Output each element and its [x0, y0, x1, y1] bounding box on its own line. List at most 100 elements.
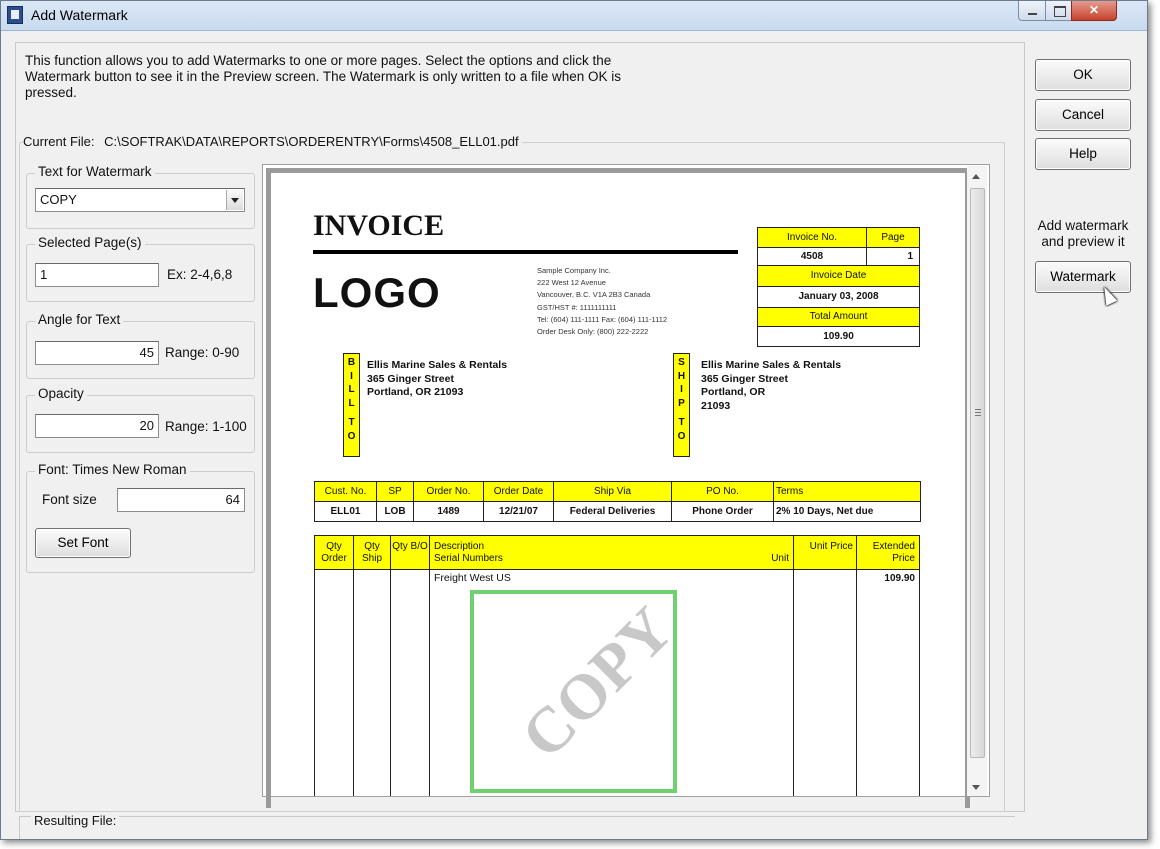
ship-to-line: 21093 [701, 399, 731, 412]
ship-to-address: Ellis Marine Sales & Rentals 365 Ginger … [701, 359, 841, 413]
resulting-file-group [19, 816, 1015, 839]
ok-button[interactable]: OK [1035, 59, 1131, 91]
total-amount-value: 109.90 [757, 326, 920, 347]
ship-to-letter: P [678, 397, 685, 409]
order-value-cell: Federal Deliveries [553, 501, 672, 522]
invoice-no-value: 4508 [757, 247, 867, 266]
invoice-title-rule [313, 250, 738, 254]
order-value-cell: Phone Order [671, 501, 774, 522]
current-file-label: Current File: [23, 134, 95, 149]
qty-ship-header: Qty Ship [353, 535, 391, 570]
font-label: Font: Times New Roman [35, 462, 190, 477]
bill-to-line: Ellis Marine Sales & Rentals [367, 359, 508, 371]
angle-hint: Range: 0-90 [165, 345, 240, 360]
selected-pages-input[interactable]: 1 [35, 263, 159, 287]
total-amount-label: Total Amount [757, 307, 920, 327]
font-size-input[interactable]: 64 [117, 488, 245, 512]
window-title: Add Watermark [31, 7, 128, 23]
text-watermark-label: Text for Watermark [35, 164, 155, 179]
scroll-up-icon[interactable] [972, 174, 980, 179]
company-line: Sample Company Inc. [537, 266, 611, 275]
unit-price-header: Unit Price [793, 535, 857, 570]
resulting-file-label: Resulting File: [31, 813, 120, 828]
company-line: Order Desk Only: (800) 222-2222 [537, 327, 649, 337]
order-value-cell: 2% 10 Days, Net due [773, 501, 921, 522]
watermark-text-value: COPY [40, 192, 77, 207]
order-info-table: Cust. No. SP Order No. Order Date Ship V… [314, 481, 921, 522]
selected-pages-label: Selected Page(s) [35, 235, 145, 250]
ship-to-line: 365 Ginger Street [701, 372, 788, 385]
font-size-label: Font size [42, 492, 97, 507]
close-button[interactable]: ✕ [1071, 1, 1117, 21]
scroll-down-icon[interactable] [972, 785, 980, 790]
order-header-cell: PO No. [671, 481, 774, 502]
item-description: Freight West US [434, 572, 511, 584]
chevron-down-icon[interactable] [226, 190, 243, 210]
column-rule [353, 570, 354, 796]
company-address: Sample Company Inc. 222 West 12 Avenue V… [537, 265, 667, 338]
cancel-button[interactable]: Cancel [1035, 99, 1131, 131]
page-label: Page [866, 227, 920, 248]
order-header-cell: SP [376, 481, 414, 502]
ship-to-letter: I [680, 384, 683, 395]
opacity-hint: Range: 1-100 [165, 419, 247, 434]
bill-to-line: 365 Ginger Street [367, 372, 454, 385]
unit-header-label: Unit [771, 553, 789, 564]
current-file-row: Current File: C:\SOFTRAK\DATA\REPORTS\OR… [23, 134, 522, 149]
watermark-hint: Add watermark and preview it [1037, 218, 1129, 249]
page-value: 1 [866, 247, 920, 266]
order-value-cell: 1489 [413, 501, 484, 522]
bill-to-letter: B [347, 357, 356, 368]
angle-label: Angle for Text [35, 312, 124, 327]
column-rule [919, 570, 920, 796]
qty-bo-header: Qty B/O [390, 535, 430, 570]
bill-to-letter: T [348, 417, 355, 428]
order-header-cell: Cust. No. [314, 481, 377, 502]
bill-to-letter: I [350, 370, 353, 382]
opacity-label: Opacity [35, 386, 87, 401]
column-rule [856, 570, 857, 796]
order-value-cell: LOB [376, 501, 414, 522]
bill-to-letter: L [348, 384, 355, 395]
order-header-cell: Order No. [413, 481, 484, 502]
watermark-button[interactable]: Watermark [1035, 261, 1131, 293]
column-rule [314, 570, 315, 796]
maximize-button[interactable] [1045, 1, 1072, 21]
help-button[interactable]: Help [1035, 138, 1131, 170]
description-text: This function allows you to add Watermar… [25, 53, 621, 100]
watermark-preview-frame: COPY [470, 590, 686, 793]
company-line: Vancouver, B.C. V1A 2B3 Canada [537, 290, 651, 300]
add-watermark-window: Add Watermark ✕ This function allows you… [0, 0, 1148, 840]
minimize-button[interactable] [1018, 1, 1046, 21]
ship-to-line: Portland, OR [701, 386, 766, 398]
items-header: Qty Order Qty Ship Qty B/O Description S… [314, 535, 920, 570]
watermark-preview-text: COPY [507, 593, 686, 772]
ship-to-line: Ellis Marine Sales & Rentals [701, 359, 842, 371]
app-icon [7, 6, 23, 24]
current-file-path: C:\SOFTRAK\DATA\REPORTS\ORDERENTRY\Forms… [104, 134, 519, 149]
ship-to-letter: H [677, 370, 686, 382]
ship-to-letter: T [678, 417, 685, 428]
angle-input[interactable]: 45 [35, 341, 159, 365]
order-header-row: Cust. No. SP Order No. Order Date Ship V… [314, 481, 921, 502]
preview-scrollbar[interactable] [967, 166, 987, 796]
description-header: Description Serial Numbers Unit [429, 535, 794, 570]
column-rule [793, 570, 794, 796]
grip-icon [975, 409, 981, 416]
opacity-input[interactable]: 20 [35, 414, 159, 438]
scroll-thumb[interactable] [970, 188, 985, 758]
watermark-text-combo[interactable]: COPY [35, 188, 245, 212]
ship-to-letter: O [677, 430, 686, 442]
extended-price-header: Extended Price [856, 535, 920, 570]
order-value-cell: 12/21/07 [483, 501, 554, 522]
order-value-cell: ELL01 [314, 501, 377, 522]
order-header-cell: Terms [773, 481, 921, 502]
invoice-date-value: January 03, 2008 [757, 286, 920, 308]
ship-to-label: S H I P T O [673, 353, 690, 457]
bill-to-letter: L [348, 397, 355, 409]
invoice-no-label: Invoice No. [757, 227, 867, 248]
set-font-button[interactable]: Set Font [35, 528, 131, 558]
ship-to-letter: S [678, 357, 685, 368]
company-line: Tel: (604) 111-1111 Fax: (604) 111-1112 [537, 314, 668, 324]
order-header-cell: Order Date [483, 481, 554, 502]
